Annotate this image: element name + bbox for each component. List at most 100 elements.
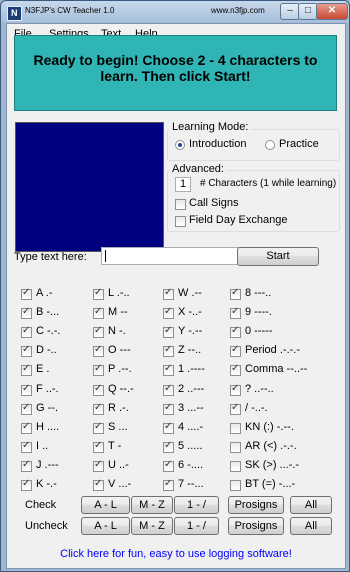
char-checkbox[interactable] — [163, 287, 174, 300]
char-label[interactable]: W .-- — [178, 287, 202, 299]
char-checkbox[interactable] — [21, 383, 32, 396]
introduction-radio[interactable] — [175, 140, 185, 150]
field-day-label[interactable]: Field Day Exchange — [189, 214, 287, 226]
check-prosigns-button[interactable]: Prosigns — [228, 496, 284, 514]
char-checkbox[interactable] — [93, 325, 104, 338]
char-checkbox[interactable] — [163, 363, 174, 376]
close-button[interactable]: ✕ — [316, 3, 348, 20]
type-text-input[interactable] — [101, 247, 245, 265]
uncheck-a-l-button[interactable]: A - L — [81, 517, 130, 535]
char-label[interactable]: V ...- — [108, 478, 131, 490]
char-checkbox[interactable] — [163, 402, 174, 415]
char-label[interactable]: SK (>) ...-.- — [245, 459, 299, 471]
check-m-z-button[interactable]: M - Z — [131, 496, 173, 514]
char-label[interactable]: E . — [36, 363, 49, 375]
introduction-label[interactable]: Introduction — [189, 138, 246, 150]
char-checkbox[interactable] — [93, 440, 104, 453]
uncheck-1-slash-button[interactable]: 1 - / — [174, 517, 219, 535]
call-signs-checkbox[interactable] — [175, 199, 186, 210]
char-checkbox[interactable] — [21, 459, 32, 472]
char-label[interactable]: K -.- — [36, 478, 57, 490]
char-label[interactable]: 0 ----- — [245, 325, 273, 337]
char-checkbox[interactable] — [93, 402, 104, 415]
field-day-checkbox[interactable] — [175, 216, 186, 227]
char-label[interactable]: L .-.. — [108, 287, 130, 299]
check-a-l-button[interactable]: A - L — [81, 496, 130, 514]
char-label[interactable]: B -... — [36, 306, 59, 318]
char-label[interactable]: P .--. — [108, 363, 132, 375]
char-checkbox[interactable] — [230, 325, 241, 338]
char-checkbox[interactable] — [93, 344, 104, 357]
title-bar[interactable]: N N3FJP's CW Teacher 1.0 www.n3fjp.com –… — [1, 1, 349, 23]
char-checkbox[interactable] — [230, 423, 241, 434]
char-checkbox[interactable] — [230, 461, 241, 472]
char-label[interactable]: Q --.- — [108, 383, 134, 395]
practice-radio[interactable] — [265, 140, 275, 150]
num-characters-input[interactable]: 1 — [175, 177, 191, 192]
char-label[interactable]: F ..-. — [36, 383, 59, 395]
char-label[interactable]: Period .-.-.- — [245, 344, 300, 356]
char-checkbox[interactable] — [163, 478, 174, 491]
char-label[interactable]: I .. — [36, 440, 48, 452]
char-label[interactable]: 6 -.... — [178, 459, 203, 471]
char-label[interactable]: 4 ....- — [178, 421, 203, 433]
char-checkbox[interactable] — [21, 421, 32, 434]
char-label[interactable]: H .... — [36, 421, 59, 433]
char-label[interactable]: G --. — [36, 402, 58, 414]
uncheck-all-button[interactable]: All — [290, 517, 332, 535]
char-checkbox[interactable] — [93, 287, 104, 300]
uncheck-prosigns-button[interactable]: Prosigns — [228, 517, 284, 535]
char-checkbox[interactable] — [163, 421, 174, 434]
char-checkbox[interactable] — [21, 478, 32, 491]
char-label[interactable]: R .-. — [108, 402, 129, 414]
char-label[interactable]: 2 ..--- — [178, 383, 204, 395]
char-checkbox[interactable] — [93, 478, 104, 491]
char-checkbox[interactable] — [230, 306, 241, 319]
char-checkbox[interactable] — [21, 440, 32, 453]
logging-software-link[interactable]: Click here for fun, easy to use logging … — [7, 548, 345, 560]
char-label[interactable]: O --- — [108, 344, 131, 356]
char-checkbox[interactable] — [163, 440, 174, 453]
char-checkbox[interactable] — [21, 306, 32, 319]
char-checkbox[interactable] — [93, 363, 104, 376]
char-checkbox[interactable] — [93, 306, 104, 319]
char-label[interactable]: 8 ---.. — [245, 287, 271, 299]
char-label[interactable]: Y -.-- — [178, 325, 202, 337]
check-all-button[interactable]: All — [290, 496, 332, 514]
char-checkbox[interactable] — [163, 383, 174, 396]
char-checkbox[interactable] — [230, 287, 241, 300]
char-checkbox[interactable] — [163, 325, 174, 338]
char-label[interactable]: / -..-. — [245, 402, 268, 414]
char-label[interactable]: X -..- — [178, 306, 202, 318]
char-label[interactable]: KN (:) -.--. — [245, 421, 294, 433]
char-label[interactable]: A .- — [36, 287, 53, 299]
char-checkbox[interactable] — [230, 442, 241, 453]
minimize-button[interactable]: – — [280, 3, 300, 20]
char-label[interactable]: BT (=) -...- — [245, 478, 295, 490]
char-label[interactable]: 5 ..... — [178, 440, 202, 452]
char-label[interactable]: 1 .---- — [178, 363, 205, 375]
maximize-button[interactable]: □ — [298, 3, 318, 20]
uncheck-m-z-button[interactable]: M - Z — [131, 517, 173, 535]
char-checkbox[interactable] — [21, 287, 32, 300]
char-checkbox[interactable] — [21, 344, 32, 357]
char-label[interactable]: Z --.. — [178, 344, 201, 356]
char-checkbox[interactable] — [93, 383, 104, 396]
char-label[interactable]: C -.-. — [36, 325, 60, 337]
char-label[interactable]: D -.. — [36, 344, 57, 356]
char-label[interactable]: 7 --... — [178, 478, 204, 490]
char-checkbox[interactable] — [230, 344, 241, 357]
char-checkbox[interactable] — [21, 363, 32, 376]
char-label[interactable]: T - — [108, 440, 121, 452]
char-checkbox[interactable] — [163, 344, 174, 357]
char-label[interactable]: ? ..--.. — [245, 383, 274, 395]
start-button[interactable]: Start — [237, 247, 319, 266]
char-label[interactable]: 3 ...-- — [178, 402, 204, 414]
char-checkbox[interactable] — [93, 459, 104, 472]
call-signs-label[interactable]: Call Signs — [189, 197, 239, 209]
char-checkbox[interactable] — [21, 325, 32, 338]
char-checkbox[interactable] — [93, 421, 104, 434]
char-checkbox[interactable] — [230, 480, 241, 491]
practice-label[interactable]: Practice — [279, 138, 319, 150]
char-label[interactable]: AR (<) .-.-. — [245, 440, 297, 452]
